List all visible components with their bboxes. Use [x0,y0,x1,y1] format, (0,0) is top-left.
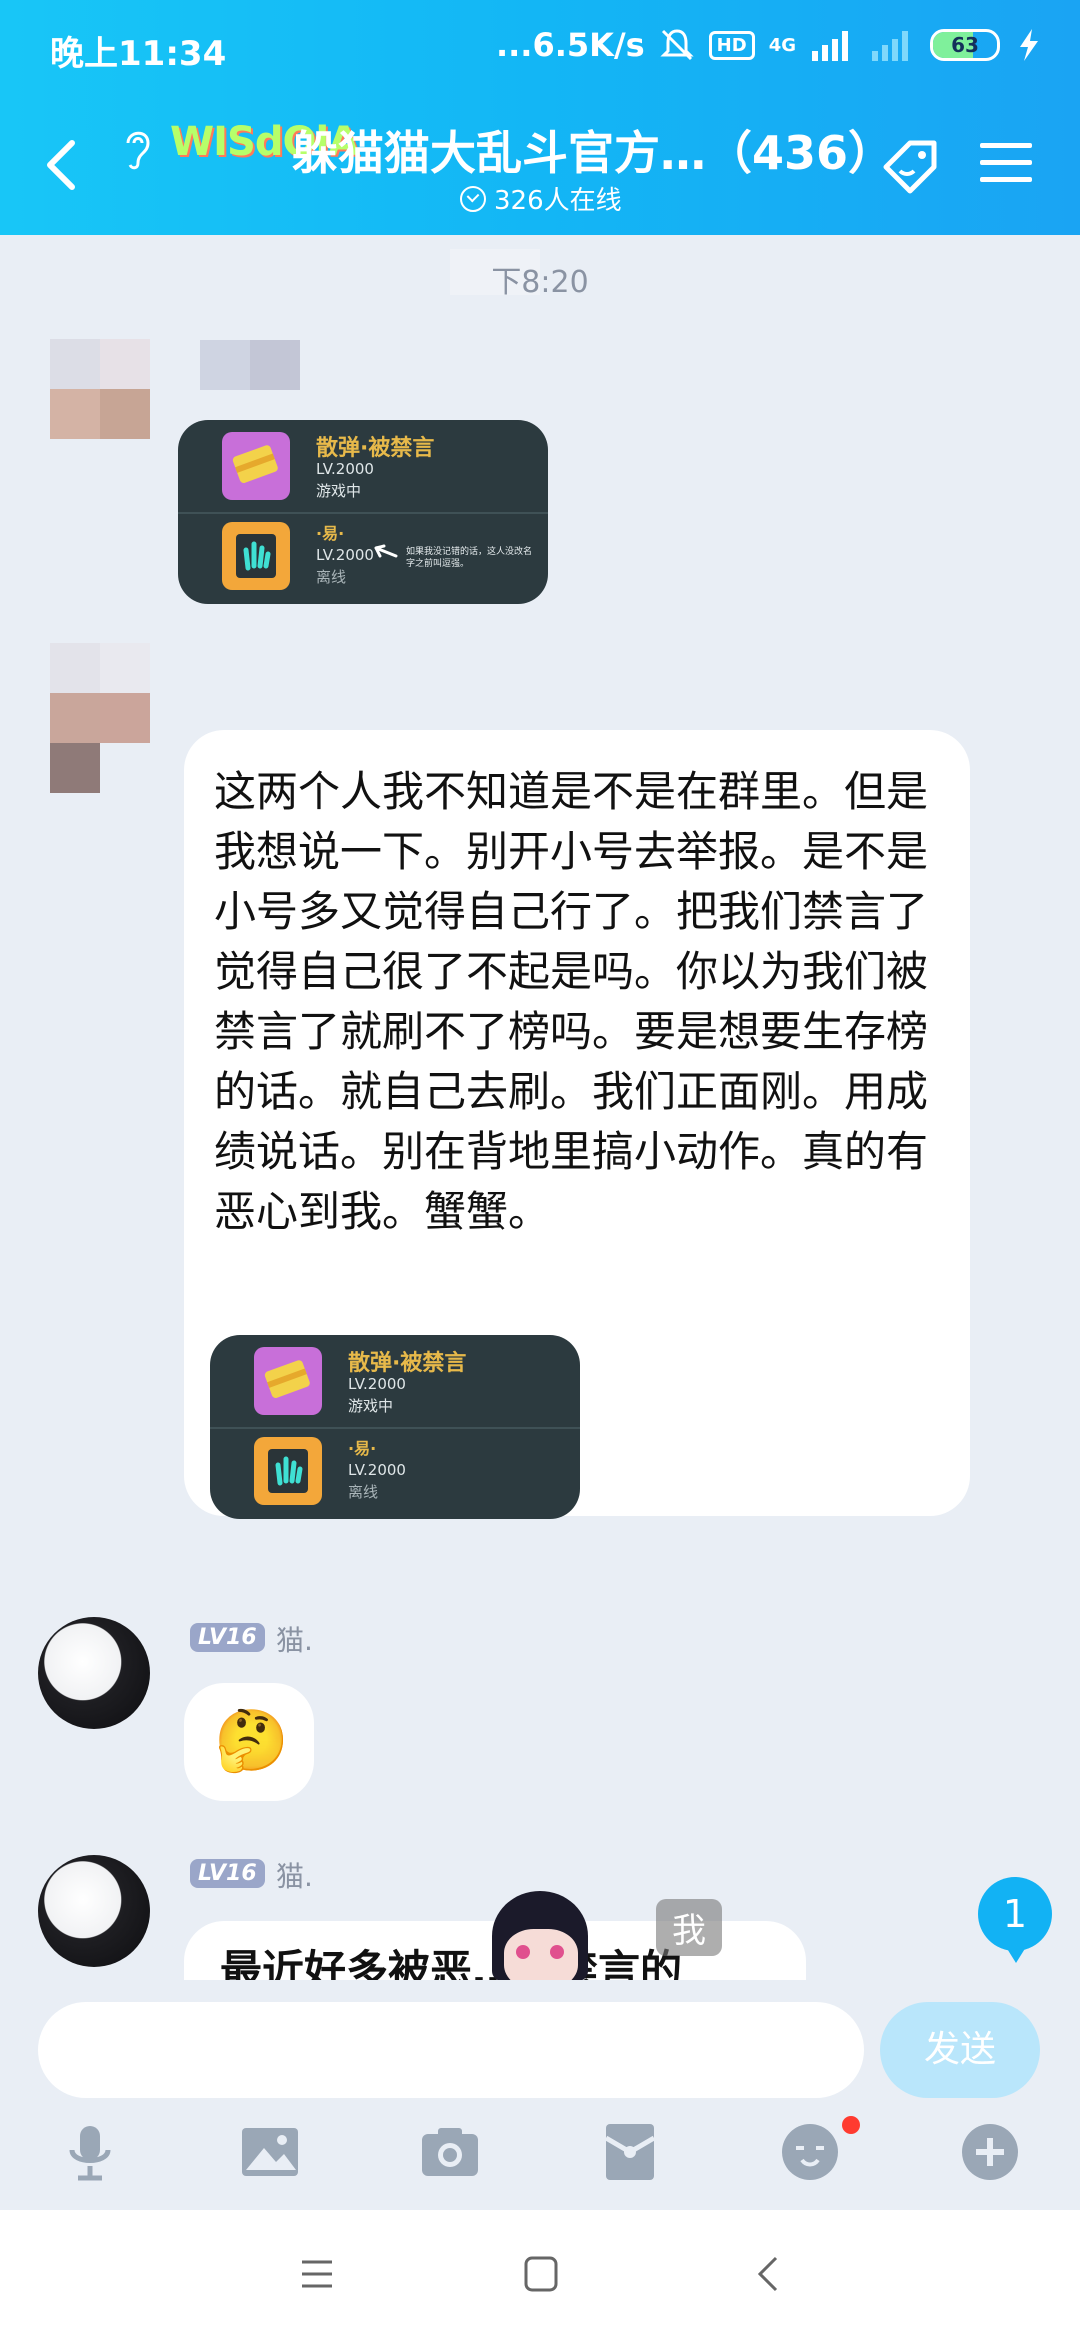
avatar[interactable] [50,643,150,793]
hand-item-icon [222,522,290,590]
player2-status: 离线 [316,568,347,586]
hand-item-icon [254,1437,322,1505]
chat-messages[interactable]: 下8:20 散弹·被禁言 LV.2000 游戏中 ·易· LV.2000 离线 … [0,235,1080,1980]
online-check-icon [460,185,486,212]
sticker-label: 我 [656,1899,722,1956]
player1-title: 散弹·被禁言 [348,1351,467,1376]
input-bar: 发送 [0,1980,1080,2210]
image-row-2: ·易· LV.2000 离线 如果我没记错的话，这人没改名字之前叫逗强。 [178,512,548,604]
message-bubble[interactable]: 这两个人我不知道是不是在群里。但是我想说一下。别开小号去举报。是不是小号多又觉得… [184,730,970,1519]
avatar[interactable] [50,339,150,439]
battery-indicator: 63 [930,29,1000,61]
system-nav-bar [0,2210,1080,2340]
signal-icon [812,31,848,61]
recent-apps-icon[interactable] [300,2258,334,2290]
message-bubble[interactable]: 🤔 [184,1683,314,1801]
emoji-icon[interactable] [778,2120,842,2184]
player1-status: 游戏中 [316,482,362,500]
player2-level: LV.2000 [316,546,374,564]
status-time: 晚上11:34 [50,34,227,74]
player2-status: 离线 [348,1483,379,1501]
ammo-item-icon [222,432,290,500]
status-icons: ...6.5K/s HD 4G 63 [496,26,1044,64]
shared-image[interactable]: 散弹·被禁言 LV.2000 游戏中 ·易· LV.2000 离线 [210,1335,580,1519]
send-button[interactable]: 发送 [880,2002,1040,2098]
app-header: 晚上11:34 ...6.5K/s HD 4G 63 WISdOlA 躲猫猫大乱… [0,0,1080,235]
player2-level: LV.2000 [348,1461,406,1479]
chat-nav-bar: WISdOlA 躲猫猫大乱斗官方…（436） 326人在线 [0,95,1080,235]
player1-level: LV.2000 [316,460,374,478]
unread-badge[interactable]: 1 [978,1877,1052,1963]
back-icon[interactable] [756,2256,780,2292]
sender-name-masked [200,340,300,390]
pointer-arrow-icon [374,544,398,558]
level-badge: LV16 [190,1859,265,1888]
battery-level: 63 [951,33,979,57]
group-title[interactable]: 躲猫猫大乱斗官方…（436） [292,117,894,183]
player2-title: ·易· [316,524,345,543]
thinking-emoji: 🤔 [214,1706,289,1776]
message-timestamp: 下8:20 [491,265,589,300]
charging-icon [1020,29,1038,61]
camera-icon[interactable] [418,2120,482,2184]
ammo-item-icon [254,1347,322,1415]
notification-dot [842,2116,860,2134]
player1-title: 散弹·被禁言 [316,436,435,461]
hd-badge: HD [708,30,755,60]
image-row-2: ·易· LV.2000 离线 [210,1427,580,1519]
player1-level: LV.2000 [348,1375,406,1393]
image-row-1: 散弹·被禁言 LV.2000 游戏中 [178,420,548,512]
shared-image[interactable]: 散弹·被禁言 LV.2000 游戏中 ·易· LV.2000 离线 如果我没记错… [178,420,548,604]
group-tag-icon[interactable] [880,137,940,197]
signal-empty-icon [872,31,908,61]
avatar[interactable] [38,1855,150,1967]
mute-bell-icon [660,29,694,61]
ear-mode-icon[interactable] [118,123,154,173]
floating-sticker[interactable] [480,1885,600,1980]
player2-title: ·易· [348,1439,377,1458]
network-speed: ...6.5K/s [495,26,645,64]
sender-nick: 猫. [276,1860,313,1893]
microphone-icon[interactable] [58,2120,122,2184]
back-arrow-icon[interactable] [40,135,80,195]
image-annotation: 如果我没记错的话，这人没改名字之前叫逗强。 [406,547,533,569]
avatar[interactable] [38,1617,150,1729]
home-icon[interactable] [524,2256,558,2292]
online-count: 326人在线 [460,180,622,217]
level-badge: LV16 [190,1623,265,1652]
online-count-label: 326人在线 [494,186,622,216]
message-input[interactable] [38,2002,864,2098]
status-bar: 晚上11:34 ...6.5K/s HD 4G 63 [0,0,1080,95]
player1-status: 游戏中 [348,1397,394,1415]
plus-icon[interactable] [958,2120,1022,2184]
red-packet-icon[interactable] [598,2120,662,2184]
message-text: 这两个人我不知道是不是在群里。但是我想说一下。别开小号去举报。是不是小号多又觉得… [214,767,929,1236]
menu-icon[interactable] [980,141,1032,185]
signal-type: 4G [768,34,796,56]
sender-nick: 猫. [276,1624,313,1657]
image-icon[interactable] [238,2120,302,2184]
image-row-1: 散弹·被禁言 LV.2000 游戏中 [210,1335,580,1427]
